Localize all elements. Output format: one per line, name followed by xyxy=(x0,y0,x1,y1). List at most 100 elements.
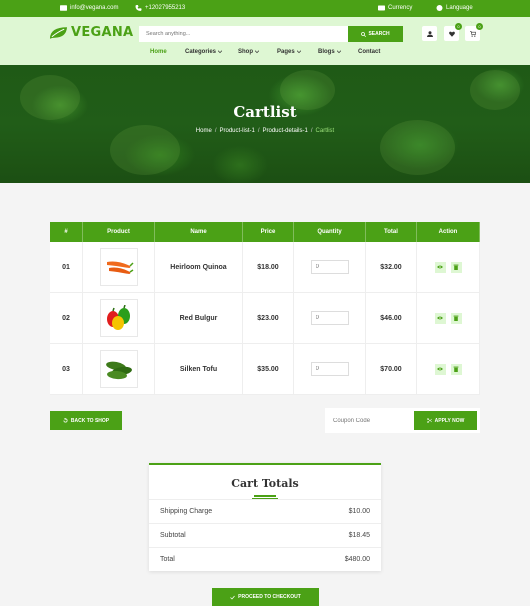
carrot-icon xyxy=(106,261,134,274)
product-image[interactable] xyxy=(99,350,138,388)
action-cell xyxy=(417,293,480,343)
breadcrumb-home[interactable]: Home xyxy=(196,128,212,134)
product-name[interactable]: Red Bulgur xyxy=(155,293,243,343)
total-row: Total $480.00 xyxy=(149,547,381,571)
cart-totals-panel: Cart Totals Shipping Charge $10.00 Subto… xyxy=(149,463,381,571)
search-icon xyxy=(361,31,367,37)
cart-totals-title: Cart Totals xyxy=(231,477,299,490)
column-header-name: Name xyxy=(155,222,243,242)
table-row: 01 Heirloom Quinoa $18.00 $32.00 xyxy=(50,242,480,293)
row-number: 01 xyxy=(50,242,83,292)
product-price: $23.00 xyxy=(243,293,294,343)
language-label: Language xyxy=(446,5,473,11)
leaf-logo-icon xyxy=(49,26,68,39)
apply-coupon-button[interactable]: APPLY NOW xyxy=(414,411,477,430)
search-button[interactable]: SEARCH xyxy=(348,26,403,42)
nav-pages[interactable]: Pages xyxy=(277,49,301,55)
nav-contact[interactable]: Contact xyxy=(358,49,380,55)
coupon-form: APPLY NOW xyxy=(325,408,480,433)
nav-home-label: Home xyxy=(150,49,167,55)
user-icon xyxy=(426,30,433,37)
nav-contact-label: Contact xyxy=(358,49,381,55)
view-button[interactable] xyxy=(434,261,446,273)
trash-icon xyxy=(453,315,459,321)
email-contact[interactable]: info@vegana.com xyxy=(60,5,118,11)
product-name[interactable]: Silken Tofu xyxy=(155,344,243,394)
header: VEGANA SEARCH 0 0 Home Categories Shop P… xyxy=(0,17,530,65)
quantity-input[interactable] xyxy=(310,311,349,325)
product-image-cell xyxy=(83,242,155,292)
money-icon xyxy=(378,5,385,11)
back-to-shop-label: BACK TO SHOP xyxy=(70,417,110,424)
product-image[interactable] xyxy=(99,299,138,337)
nav-categories[interactable]: Categories xyxy=(185,49,223,55)
breadcrumb: Home / Product-list-1/Product-details-1/Ca… xyxy=(195,128,335,134)
checkout-label: PROCEED TO CHECKOUT xyxy=(238,594,301,600)
cart-button[interactable]: 0 xyxy=(465,23,483,41)
coupon-input[interactable] xyxy=(333,417,413,424)
currency-selector[interactable]: Currency xyxy=(378,5,412,11)
table-header: # Product Name Price Quantity Total Acti… xyxy=(50,222,480,242)
quantity-input[interactable] xyxy=(310,260,349,274)
wishlist-count-badge: 0 xyxy=(455,23,462,30)
email-text: info@vegana.com xyxy=(70,5,119,11)
trash-icon xyxy=(453,366,459,372)
search-bar: SEARCH xyxy=(139,26,403,42)
action-cell xyxy=(417,242,480,292)
column-header-quantity: Quantity xyxy=(294,222,366,242)
logo[interactable]: VEGANA xyxy=(49,25,133,40)
nav-home[interactable]: Home xyxy=(150,49,167,55)
main-nav: Home Categories Shop Pages Blogs Contact xyxy=(0,49,530,61)
quantity-input[interactable] xyxy=(310,362,349,376)
action-cell xyxy=(417,344,480,394)
title-underline xyxy=(252,495,278,499)
delete-button[interactable] xyxy=(450,261,462,273)
column-header-product: Product xyxy=(83,222,155,242)
total-label: Total xyxy=(160,556,175,563)
product-name[interactable]: Heirloom Quinoa xyxy=(155,242,243,292)
product-image[interactable] xyxy=(99,248,138,286)
account-button[interactable] xyxy=(422,26,437,41)
cart-table: # Product Name Price Quantity Total Acti… xyxy=(50,222,480,395)
eye-icon xyxy=(437,316,443,320)
quantity-cell xyxy=(294,293,366,343)
apply-now-label: APPLY NOW xyxy=(434,417,465,424)
back-to-shop-button[interactable]: BACK TO SHOP xyxy=(50,411,122,430)
row-number: 02 xyxy=(50,293,83,343)
breadcrumb-product-list[interactable]: Product-list-1 xyxy=(219,128,254,134)
proceed-to-checkout-button[interactable]: PROCEED TO CHECKOUT xyxy=(212,588,319,606)
product-image-cell xyxy=(83,293,155,343)
row-number: 03 xyxy=(50,344,83,394)
row-total: $70.00 xyxy=(366,344,417,394)
peppers-icon xyxy=(106,305,130,330)
breadcrumb-current: Cartlist xyxy=(315,128,335,134)
column-header-price: Price xyxy=(243,222,294,242)
scissors-icon xyxy=(426,418,432,423)
trash-icon xyxy=(453,264,459,270)
nav-blogs[interactable]: Blogs xyxy=(318,49,341,55)
search-button-label: SEARCH xyxy=(368,31,390,37)
view-button[interactable] xyxy=(434,363,446,375)
delete-button[interactable] xyxy=(450,312,462,324)
nav-shop[interactable]: Shop xyxy=(238,49,259,55)
heart-icon xyxy=(448,31,455,37)
hero-banner: Cartlist Home / Product-list-1/Product-det… xyxy=(0,65,530,183)
column-header-number: # xyxy=(50,222,83,242)
phone-icon xyxy=(135,5,142,11)
search-input[interactable] xyxy=(139,26,348,42)
product-price: $35.00 xyxy=(243,344,294,394)
delete-button[interactable] xyxy=(450,363,462,375)
chevron-down-icon xyxy=(296,50,301,54)
subtotal-row: Subtotal $18.45 xyxy=(149,523,381,547)
language-selector[interactable]: Language xyxy=(436,5,473,11)
wishlist-button[interactable]: 0 xyxy=(444,23,462,41)
column-header-action: Action xyxy=(417,222,480,242)
breadcrumb-product-details[interactable]: Product-details-1 xyxy=(263,128,308,134)
undo-icon xyxy=(63,418,68,423)
currency-label: Currency xyxy=(388,5,413,11)
subtotal-value: $18.45 xyxy=(348,532,370,539)
shipping-label: Shipping Charge xyxy=(160,508,213,515)
phone-contact[interactable]: +12027955213 xyxy=(135,5,185,11)
row-total: $32.00 xyxy=(366,242,417,292)
view-button[interactable] xyxy=(434,312,446,324)
